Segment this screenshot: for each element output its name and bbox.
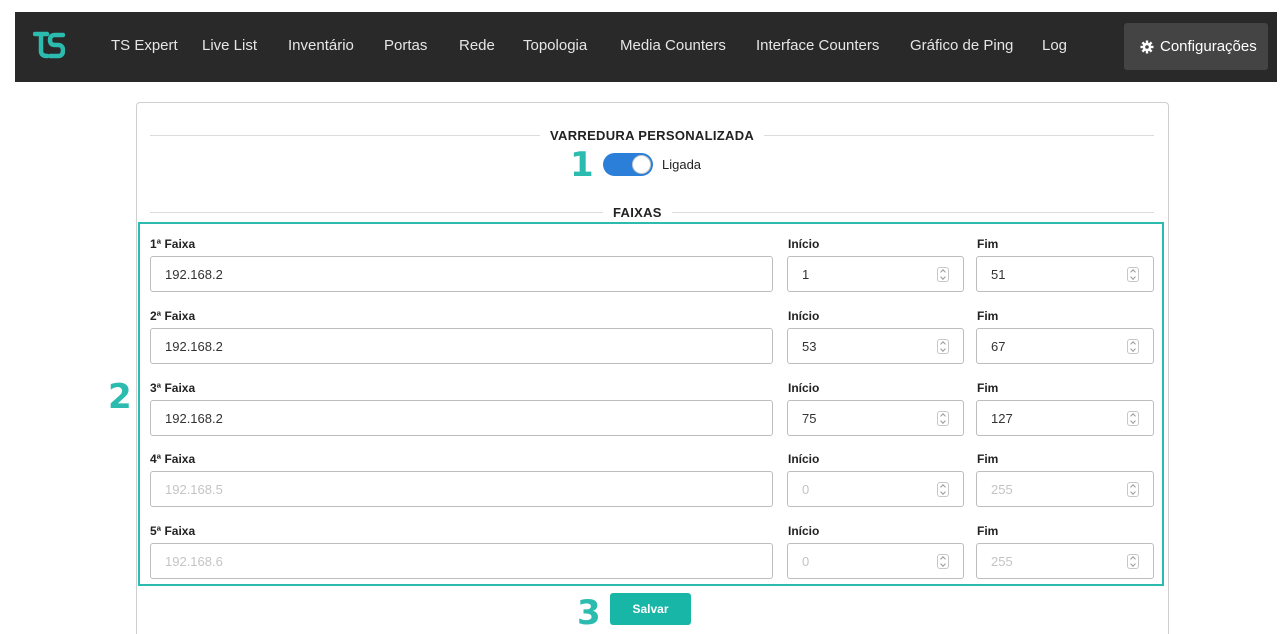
inicio-input[interactable]: 53 (787, 328, 964, 364)
faixa-ip-input[interactable]: 192.168.6 (150, 543, 773, 579)
fim-input[interactable]: 255 (976, 471, 1154, 507)
faixa-label: 2ª Faixa (150, 309, 196, 323)
top-navbar: TS Expert Live List Inventário Portas Re… (15, 12, 1277, 82)
spinner-icon[interactable] (1127, 267, 1139, 282)
inicio-value: 1 (802, 266, 810, 282)
spinner-icon[interactable] (1127, 554, 1139, 569)
fim-value: 127 (991, 410, 1013, 426)
inicio-input[interactable]: 0 (787, 543, 964, 579)
fim-value: 51 (991, 266, 1006, 282)
fim-label: Fim (977, 309, 999, 323)
fim-placeholder: 255 (991, 481, 1013, 497)
spinner-icon[interactable] (937, 411, 949, 426)
nav-rede[interactable]: Rede (459, 37, 495, 54)
inicio-label: Início (788, 524, 820, 538)
inicio-input[interactable]: 1 (787, 256, 964, 292)
inicio-value: 53 (802, 338, 817, 354)
annotation-2: 2 (108, 377, 132, 417)
toggle-knob (632, 155, 651, 174)
faixa-label: 1ª Faixa (150, 237, 196, 251)
fim-placeholder: 255 (991, 553, 1013, 569)
faixa-ip-input[interactable]: 192.168.2 (150, 400, 773, 436)
spinner-icon[interactable] (1127, 482, 1139, 497)
faixa-ip-input[interactable]: 192.168.5 (150, 471, 773, 507)
varredura-toggle[interactable] (603, 153, 653, 176)
faixa-ip-input[interactable]: 192.168.2 (150, 256, 773, 292)
ts-logo-icon[interactable] (32, 31, 66, 59)
configuracoes-label: Configurações (1160, 38, 1257, 55)
gear-icon (1140, 40, 1154, 53)
save-button[interactable]: Salvar (610, 593, 691, 625)
spinner-icon[interactable] (937, 482, 949, 497)
faixa-ip-input[interactable]: 192.168.2 (150, 328, 773, 364)
toggle-label: Ligada (662, 157, 702, 172)
nav-topologia[interactable]: Topologia (523, 37, 587, 54)
inicio-placeholder: 0 (802, 481, 810, 497)
spinner-icon[interactable] (937, 339, 949, 354)
annotation-3: 3 (577, 593, 601, 633)
fim-input[interactable]: 67 (976, 328, 1154, 364)
faixas-title: FAIXAS (603, 205, 672, 220)
fim-input[interactable]: 255 (976, 543, 1154, 579)
inicio-label: Início (788, 237, 820, 251)
nav-interface-counters[interactable]: Interface Counters (756, 37, 879, 54)
nav-live-list[interactable]: Live List (202, 37, 257, 54)
faixa-label: 4ª Faixa (150, 452, 196, 466)
annotation-1: 1 (570, 145, 594, 185)
nav-log[interactable]: Log (1042, 37, 1067, 54)
nav-media-counters[interactable]: Media Counters (620, 37, 726, 54)
inicio-label: Início (788, 381, 820, 395)
inicio-label: Início (788, 309, 820, 323)
spinner-icon[interactable] (937, 267, 949, 282)
fim-input[interactable]: 51 (976, 256, 1154, 292)
nav-inventario[interactable]: Inventário (288, 37, 354, 54)
fim-label: Fim (977, 381, 999, 395)
configuracoes-button[interactable]: Configurações (1124, 23, 1268, 70)
faixa-label: 3ª Faixa (150, 381, 196, 395)
nav-grafico-de-ping[interactable]: Gráfico de Ping (910, 37, 1013, 54)
inicio-value: 75 (802, 410, 817, 426)
faixa-label: 5ª Faixa (150, 524, 196, 538)
inicio-placeholder: 0 (802, 553, 810, 569)
varredura-title: VARREDURA PERSONALIZADA (540, 128, 765, 143)
spinner-icon[interactable] (937, 554, 949, 569)
inicio-input[interactable]: 75 (787, 400, 964, 436)
spinner-icon[interactable] (1127, 411, 1139, 426)
fim-value: 67 (991, 338, 1006, 354)
fim-label: Fim (977, 452, 999, 466)
fim-label: Fim (977, 237, 999, 251)
fim-input[interactable]: 127 (976, 400, 1154, 436)
nav-ts-expert[interactable]: TS Expert (111, 37, 178, 54)
inicio-label: Início (788, 452, 820, 466)
inicio-input[interactable]: 0 (787, 471, 964, 507)
nav-portas[interactable]: Portas (384, 37, 427, 54)
fim-label: Fim (977, 524, 999, 538)
spinner-icon[interactable] (1127, 339, 1139, 354)
